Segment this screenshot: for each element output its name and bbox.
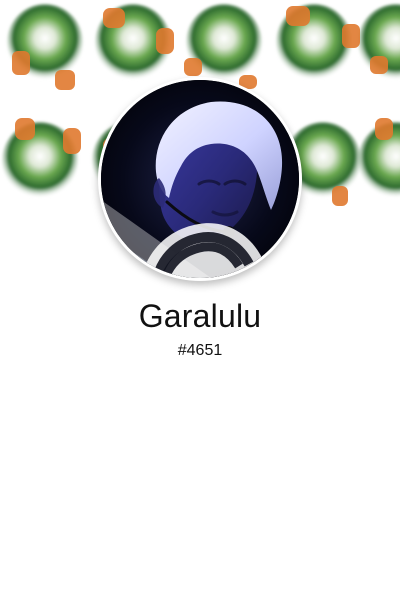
avatar-image: [101, 80, 299, 278]
profile-photo-icon: [101, 80, 299, 278]
avatar: [98, 77, 302, 281]
profile-card: Garalulu #4651: [0, 0, 400, 600]
username: Garalulu: [138, 298, 262, 334]
user-discriminator: #4651: [177, 342, 223, 359]
